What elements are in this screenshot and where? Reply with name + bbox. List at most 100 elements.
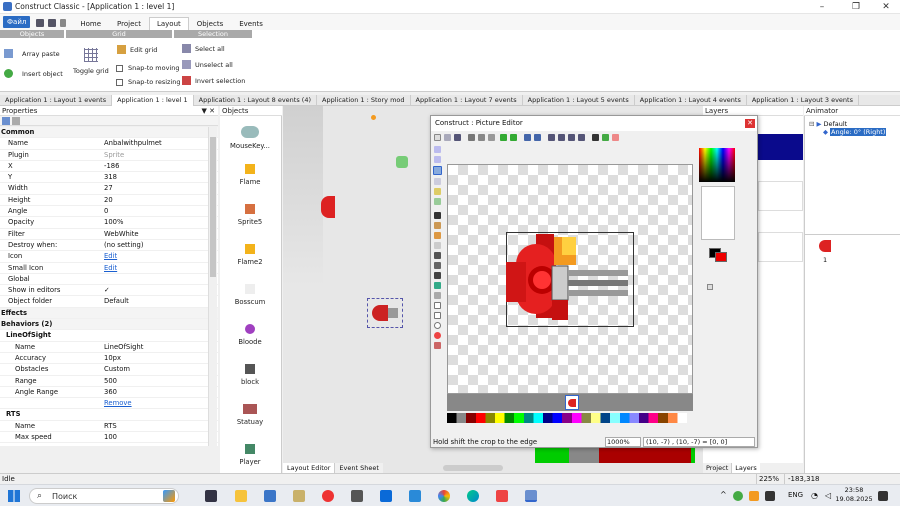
language-indicator[interactable]: ENG [788, 491, 803, 499]
copy-icon[interactable] [478, 134, 485, 141]
object-item[interactable]: Sprite5 [220, 204, 280, 226]
check-icon[interactable] [602, 134, 609, 141]
property-row[interactable]: Show in editors ✓ [0, 285, 218, 297]
panel-controls[interactable]: ▼ ✕ [202, 106, 215, 116]
app-icon-2[interactable] [293, 490, 305, 502]
vivaldi-icon[interactable] [496, 490, 508, 502]
doc-tab[interactable]: Application 1 : Layout 3 events [747, 95, 859, 106]
anim-tree-child[interactable]: ◆ Angle: 0° (Right) [823, 128, 887, 136]
store-icon[interactable] [380, 490, 392, 502]
property-category[interactable]: Common [0, 127, 218, 139]
restore-button[interactable]: ❐ [846, 1, 866, 13]
property-row[interactable]: Max speed 100 [0, 432, 218, 444]
flame-sprite[interactable] [371, 115, 376, 120]
tab-home[interactable]: Home [72, 17, 109, 30]
property-row[interactable]: Range 500 [0, 376, 218, 387]
property-subcategory[interactable]: RTS [0, 409, 218, 421]
horizontal-scrollbar[interactable] [443, 465, 503, 471]
polygon-icon[interactable] [434, 312, 441, 319]
object-item[interactable]: Player [220, 444, 280, 466]
object-item[interactable]: block [220, 364, 280, 386]
select-icon[interactable] [434, 146, 441, 153]
object-item[interactable]: Flame2 [220, 244, 280, 266]
insert-object-button[interactable]: Insert object [4, 69, 63, 78]
grid-toggle-icon[interactable] [612, 134, 619, 141]
copilot-icon[interactable] [163, 490, 175, 502]
property-row[interactable]: Opacity 100% [0, 217, 218, 229]
rect-select-icon[interactable] [433, 166, 442, 175]
tray-icon[interactable] [765, 491, 775, 501]
red-enemy-sprite[interactable] [321, 196, 335, 218]
tray-chevron-icon[interactable]: ^ [720, 490, 727, 499]
brush-icon[interactable] [434, 222, 441, 229]
dialog-close-button[interactable]: ✕ [745, 119, 755, 128]
resize-icon[interactable] [524, 134, 531, 141]
property-row[interactable]: Filter WebWhite [0, 229, 218, 240]
clock-time[interactable]: 23:58 [839, 486, 869, 494]
select-all-button[interactable]: Select all [182, 44, 225, 53]
lasso-icon[interactable] [434, 156, 441, 163]
property-link[interactable]: Edit [104, 251, 218, 261]
collision-icon[interactable] [434, 342, 441, 349]
selected-sprite[interactable] [367, 298, 403, 328]
sprite-object[interactable] [396, 156, 408, 168]
object-item[interactable]: Statuay [220, 404, 280, 426]
property-category[interactable]: Behaviors (2) [0, 319, 218, 331]
array-paste-button[interactable]: Array paste [4, 49, 60, 58]
crop-icon[interactable] [534, 134, 541, 141]
doc-tab[interactable]: Application 1 : Story mod [317, 95, 411, 106]
task-view-icon[interactable] [205, 490, 217, 502]
layers-tab[interactable]: Layers [732, 463, 760, 473]
property-row[interactable]: Obstacles Custom [0, 364, 218, 376]
line-icon[interactable] [434, 252, 441, 259]
frame-thumbnail[interactable] [819, 240, 831, 252]
fill-icon[interactable] [592, 134, 599, 141]
volume-icon[interactable]: ◁ [825, 491, 831, 500]
snap-resizing-checkbox[interactable]: Snap-to resizing [116, 78, 180, 86]
yandex-icon[interactable] [322, 490, 334, 502]
app-icon-3[interactable] [409, 490, 421, 502]
project-tab[interactable]: Project [703, 463, 733, 473]
ellipse-icon[interactable] [434, 322, 441, 329]
mirror-icon[interactable] [568, 134, 575, 141]
pencil-icon[interactable] [434, 212, 441, 219]
search-box[interactable]: Поиск [29, 488, 179, 504]
start-icon[interactable] [8, 490, 20, 502]
open-icon[interactable] [444, 134, 451, 141]
image-icon[interactable] [434, 198, 441, 205]
property-row[interactable]: Object folder Default [0, 296, 218, 308]
dropdown-icon[interactable] [60, 19, 67, 27]
layer-thumbnail[interactable] [758, 134, 803, 160]
app-icon-1[interactable] [264, 490, 276, 502]
option-checkbox[interactable] [707, 284, 713, 290]
property-row[interactable]: Name RTS [0, 421, 218, 433]
property-category[interactable]: Effects [0, 307, 218, 320]
object-item[interactable]: Flame [220, 164, 280, 186]
cut-icon[interactable] [468, 134, 475, 141]
property-subcategory[interactable]: LineOfSight [0, 330, 218, 342]
layout-editor-tab[interactable]: Layout Editor [283, 463, 336, 473]
categorized-icon[interactable] [2, 117, 10, 125]
property-row[interactable]: Name LineOfSight [0, 342, 218, 353]
redo-icon[interactable] [510, 134, 517, 141]
file-menu[interactable]: Файл [3, 16, 31, 28]
property-row[interactable]: Plugin Sprite [0, 150, 218, 161]
notification-icon[interactable] [878, 491, 888, 501]
flip-icon[interactable] [558, 134, 565, 141]
invert-selection-button[interactable]: Invert selection [182, 76, 245, 85]
object-item[interactable]: Bloode [220, 324, 280, 346]
pixel-canvas[interactable] [447, 164, 693, 394]
ellipse-select-icon[interactable] [434, 178, 441, 185]
wifi-icon[interactable]: ◔ [811, 491, 818, 500]
property-row[interactable]: Y 318 [0, 172, 218, 184]
property-row[interactable]: Global [0, 274, 218, 286]
paste-icon[interactable] [488, 134, 495, 141]
calculator-icon[interactable] [351, 490, 363, 502]
property-row[interactable]: X -186 [0, 161, 218, 173]
close-button[interactable]: ✕ [876, 1, 896, 13]
clock-date[interactable]: 19.08.2025 [833, 495, 875, 503]
property-row[interactable]: Remove [0, 398, 218, 410]
unselect-all-button[interactable]: Unselect all [182, 60, 233, 69]
dropper-icon[interactable] [434, 282, 441, 289]
spray-icon[interactable] [434, 232, 441, 239]
